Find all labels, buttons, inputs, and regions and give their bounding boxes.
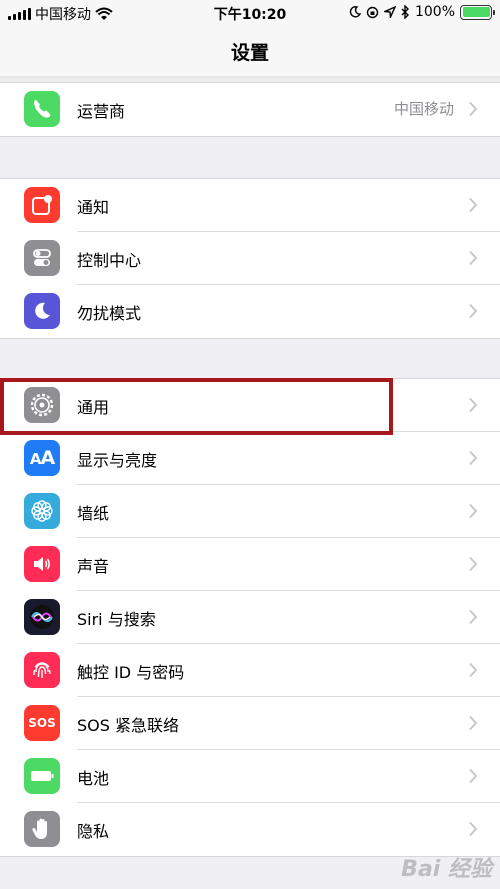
hand-icon (24, 811, 60, 847)
control-center-icon (24, 240, 60, 276)
chevron-right-icon (469, 250, 478, 266)
settings-row[interactable]: 隐私 (0, 803, 500, 856)
phone-icon (24, 91, 60, 127)
location-icon (383, 6, 396, 18)
navigation-bar: 设置 (0, 26, 500, 76)
chevron-right-icon (469, 450, 478, 466)
settings-row-label: 电池 (77, 769, 110, 788)
status-bar: 中国移动 下午10:20 100% (0, 0, 500, 26)
watermark: Bai 经验 (401, 857, 492, 882)
chevron-right-icon (469, 768, 478, 784)
chevron-right-icon (469, 397, 478, 413)
sos-icon: SOS (24, 705, 60, 741)
settings-row-label: 墙纸 (77, 504, 110, 523)
highlight-box (0, 378, 393, 435)
settings-row[interactable]: 运营商 中国移动 (0, 83, 500, 136)
settings-row-label: 触控 ID 与密码 (77, 663, 185, 682)
chevron-right-icon (469, 197, 478, 213)
moon-icon (349, 6, 361, 18)
display-aa-icon: AA (24, 440, 60, 476)
chevron-right-icon (469, 503, 478, 519)
battery-percent: 100% (414, 4, 455, 20)
settings-row[interactable]: 触控 ID 与密码 (0, 644, 500, 697)
settings-row[interactable]: 电池 (0, 750, 500, 803)
chevron-right-icon (469, 303, 478, 319)
settings-row-label: 声音 (77, 557, 110, 576)
settings-row[interactable]: SOS SOS 紧急联络 (0, 697, 500, 750)
settings-group-carrier: 运营商 中国移动 (0, 82, 500, 137)
chevron-right-icon (469, 556, 478, 572)
settings-row-label: 显示与亮度 (77, 451, 158, 470)
settings-row-label: 隐私 (77, 822, 110, 841)
page-title: 设置 (230, 42, 269, 64)
settings-row[interactable]: Siri 与搜索 (0, 591, 500, 644)
bluetooth-icon (401, 5, 409, 19)
chevron-right-icon (469, 662, 478, 678)
settings-group-general: 通用 AA 显示与亮度 墙纸 声音 Siri 与搜索 触控 ID 与密码 SOS SOS 紧急联… (0, 378, 500, 857)
settings-row[interactable]: 通知 (0, 179, 500, 232)
chevron-right-icon (469, 609, 478, 625)
chevron-right-icon (469, 715, 478, 731)
settings-row-label: SOS 紧急联络 (77, 716, 179, 735)
moon-icon (24, 293, 60, 329)
settings-row-label: Siri 与搜索 (77, 610, 156, 629)
battery-icon (460, 4, 495, 20)
speaker-icon (24, 546, 60, 582)
settings-row-label: 运营商 (77, 102, 126, 121)
settings-row[interactable]: 声音 (0, 538, 500, 591)
settings-row-label: 控制中心 (77, 251, 142, 270)
settings-row-label: 勿扰模式 (77, 304, 142, 323)
siri-icon (24, 599, 60, 635)
rotation-lock-icon (366, 6, 379, 18)
settings-row[interactable]: AA 显示与亮度 (0, 432, 500, 485)
settings-row-label: 通知 (77, 198, 110, 217)
fingerprint-icon (24, 652, 60, 688)
settings-group-notifications: 通知控制中心勿扰模式 (0, 178, 500, 339)
notification-icon (24, 187, 60, 223)
wallpaper-flower-icon (24, 493, 60, 529)
settings-row-value: 中国移动 (393, 100, 454, 118)
settings-row[interactable]: 勿扰模式 (0, 285, 500, 338)
chevron-right-icon (469, 101, 478, 117)
battery-icon (24, 758, 60, 794)
status-right: 100% (349, 4, 495, 20)
chevron-right-icon (469, 821, 478, 837)
settings-row[interactable]: 墙纸 (0, 485, 500, 538)
settings-row[interactable]: 控制中心 (0, 232, 500, 285)
